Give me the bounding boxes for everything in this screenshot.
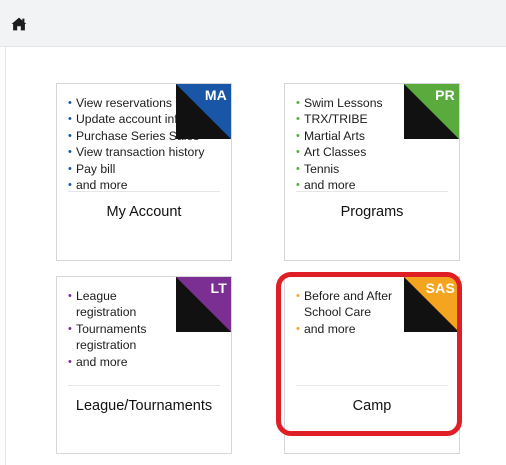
list-item: • and more <box>68 354 128 369</box>
list-item-label: Tournaments registration <box>76 321 147 353</box>
list-item-label: Art Classes <box>304 145 367 160</box>
badge-sas: SAS <box>425 280 455 296</box>
list-item-label: Update account info <box>76 112 185 127</box>
list-item: • Pay bill <box>68 161 116 176</box>
badge-ma: MA <box>204 87 227 103</box>
card-title: My Account <box>106 204 182 220</box>
list-item: • View transaction history <box>68 145 205 160</box>
list-item-label: View reservations <box>76 96 172 110</box>
list-item: • Art Classes <box>296 145 367 160</box>
card-divider <box>68 191 220 192</box>
home-icon[interactable] <box>11 17 27 31</box>
list-item-label: and more <box>76 178 128 193</box>
list-item-label: Pay bill <box>76 161 116 176</box>
list-item: • Before and After School Care <box>296 289 393 320</box>
card-title: Programs <box>340 204 404 220</box>
list-item-label: and more <box>76 354 128 369</box>
list-item-label: View transaction history <box>76 145 205 160</box>
list-item-label: Before and After School Care <box>304 289 393 320</box>
list-item: • League registration <box>68 289 137 320</box>
card-divider <box>68 385 220 386</box>
card-item-list: • Before and After School Care • and more <box>296 288 408 337</box>
card-item-list: • League registration • Tournaments regist… <box>68 288 168 370</box>
list-item-label: TRX/TRIBE <box>304 112 368 127</box>
badge-pr: PR <box>435 87 455 103</box>
card-programs[interactable]: • Swim Lessons • TRX/TRIBE • Martial Arts •… <box>284 83 460 261</box>
list-item: • Tennis <box>296 161 340 176</box>
card-title: Camp <box>352 398 392 414</box>
list-item-label: and more <box>304 178 356 193</box>
list-item-label: Martial Arts <box>304 128 365 143</box>
list-item-label: and more <box>304 321 356 336</box>
card-divider <box>296 385 448 386</box>
list-item: • and more <box>296 321 356 336</box>
list-item: • Tournaments registration <box>68 321 147 353</box>
card-camp[interactable]: • Before and After School Care • and more … <box>284 276 460 454</box>
card-title: League/Tournaments <box>75 398 213 414</box>
list-item-label: Swim Lessons <box>304 96 383 110</box>
badge-lt: LT <box>210 280 227 296</box>
content-panel-border <box>5 47 6 465</box>
top-navigation-bar <box>0 0 506 47</box>
list-item-label: League registration <box>76 289 137 320</box>
card-league-tournaments[interactable]: • League registration • Tournaments regist… <box>56 276 232 454</box>
card-my-account[interactable]: • View reservations • Update account info … <box>56 83 232 261</box>
list-item-label: Tennis <box>304 161 340 176</box>
card-divider <box>296 191 448 192</box>
